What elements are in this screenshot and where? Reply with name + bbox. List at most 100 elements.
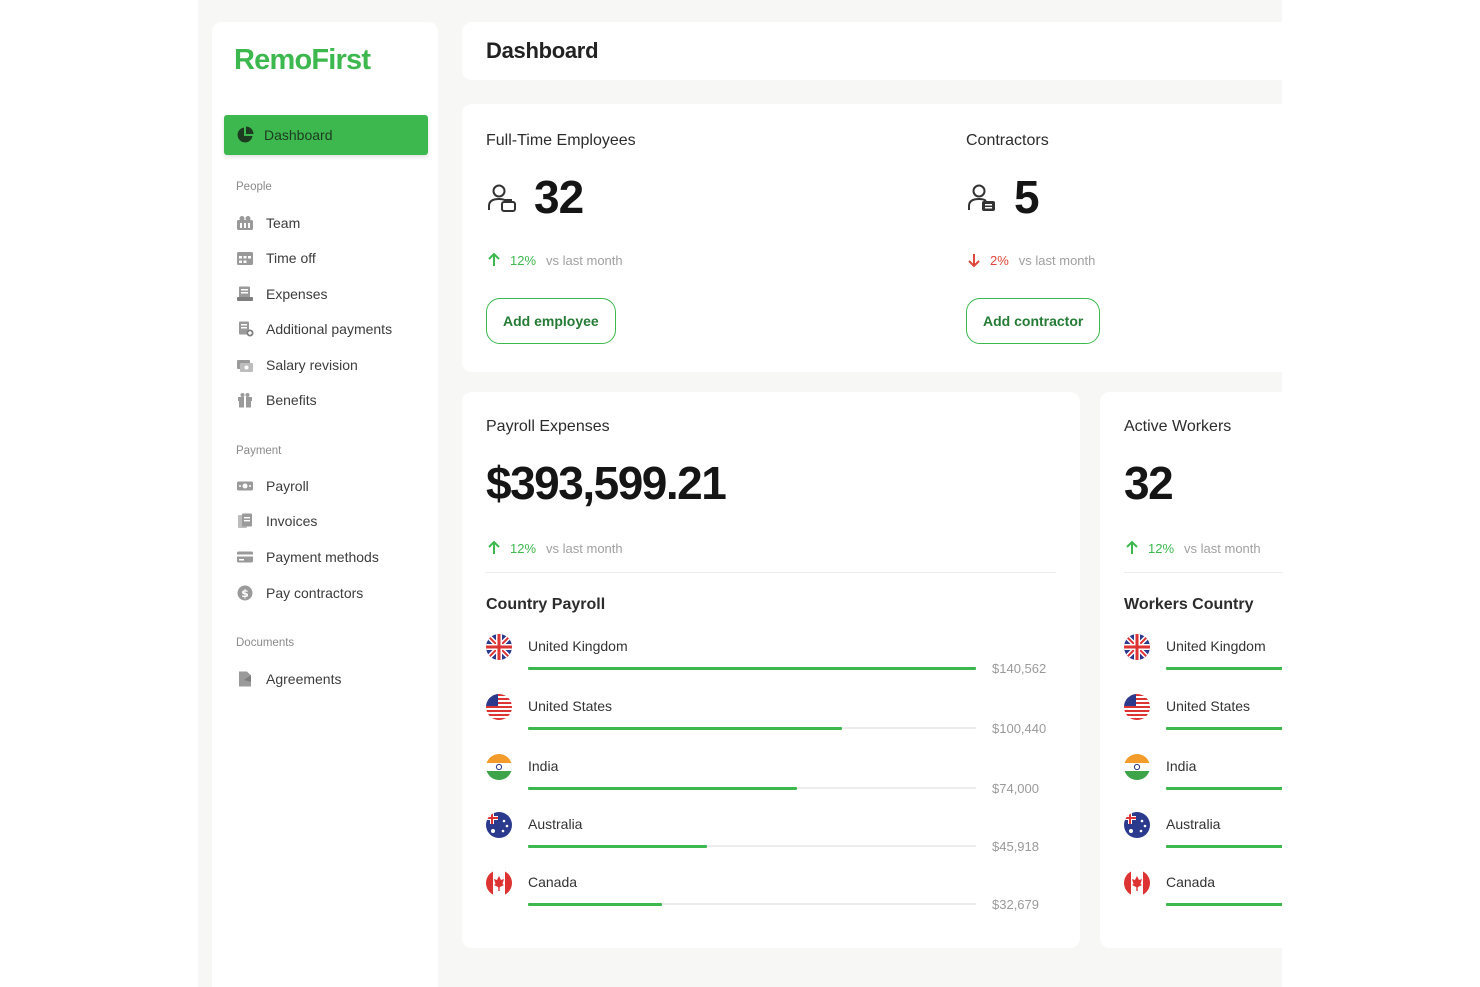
receipt-plus-icon [239, 321, 254, 337]
sidebar-item-team[interactable]: Team [236, 212, 300, 234]
add-contractor-button[interactable]: Add contractor [966, 298, 1101, 344]
country-name: United Kingdom [1166, 638, 1266, 654]
country-payroll-row: Australia $45,918 [486, 812, 1056, 862]
payroll-total: $393,599.21 [486, 457, 727, 509]
country-payroll-row: United States $100,440 [486, 694, 1056, 744]
sidebar-item-label: Invoices [266, 513, 318, 529]
card-label: Active Workers [1124, 418, 1232, 435]
headcount-card: Full-Time Employees 32 12% vs last month… [462, 104, 1282, 372]
sidebar-item-payment-methods[interactable]: Payment methods [236, 546, 379, 568]
trend-percent: 12% [510, 540, 537, 556]
payroll-bar-track [528, 667, 976, 670]
workers-country-row: India [1124, 754, 1282, 804]
payroll-bar-track [528, 903, 976, 906]
workers-country-title: Workers Country [1124, 596, 1254, 613]
sidebar-item-label: Team [266, 215, 301, 231]
sidebar-item-payroll[interactable]: Payroll [236, 475, 309, 497]
arrow-down-icon [968, 254, 980, 268]
divider [486, 572, 1056, 573]
payroll-bar-track [528, 845, 976, 848]
employees-count: 32 [534, 171, 584, 223]
contractors-trend: 2% vs last month [966, 252, 1095, 268]
employees-metric: Full-Time Employees 32 12% vs last month… [462, 104, 882, 372]
canada-flag-icon [1124, 870, 1150, 896]
employee-icon [488, 184, 516, 212]
uk-flag-icon [486, 634, 512, 660]
sidebar-item-label: Benefits [266, 392, 317, 408]
country-payroll-title: Country Payroll [486, 596, 606, 613]
payroll-expenses-card: Payroll Expenses $393,599.21 12% vs last… [462, 392, 1080, 948]
workers-country-row: Australia [1124, 812, 1282, 862]
country-name: United Kingdom [528, 638, 628, 654]
workers-bar-track [1166, 845, 1282, 848]
sidebar-item-label: Time off [266, 250, 316, 266]
workers-bar-track [1166, 787, 1282, 790]
active-workers-count: 32 [1124, 457, 1174, 509]
workers-bar-track [1166, 667, 1282, 670]
metric-label: Contractors [966, 132, 1049, 149]
us-flag-icon [1124, 694, 1150, 720]
workers-bar-fill [1166, 787, 1282, 790]
australia-flag-icon [486, 812, 512, 838]
trend-caption: vs last month [546, 252, 623, 268]
workers-bar-track [1166, 727, 1282, 730]
trend-caption: vs last month [1184, 540, 1261, 556]
payroll-bar-fill [528, 845, 707, 848]
sidebar-item-dashboard[interactable]: Dashboard [224, 115, 428, 155]
arrow-up-icon [488, 252, 500, 266]
payroll-bar-track [528, 727, 976, 730]
india-flag-icon [1124, 754, 1150, 780]
active-workers-card: Active Workers 32 12% vs last month Work… [1100, 392, 1282, 948]
brand-logo[interactable]: RemoFirst [234, 44, 371, 77]
app-frame: RemoFirst Dashboard People Team Time off… [198, 0, 1282, 987]
payroll-bar-fill [528, 787, 797, 790]
metric-label: Full-Time Employees [486, 132, 636, 149]
country-name: Canada [1166, 874, 1216, 890]
workers-bar-fill [1166, 667, 1282, 670]
card-label: Payroll Expenses [486, 418, 610, 435]
sidebar-item-additional-payments[interactable]: Additional payments [236, 318, 392, 340]
payroll-bar-track [528, 787, 976, 790]
invoice-icon [238, 513, 252, 528]
sidebar-item-salary-revision[interactable]: Salary revision [236, 354, 358, 376]
country-amount: $32,679 [992, 897, 1039, 912]
card-icon [237, 551, 253, 563]
australia-flag-icon [1124, 812, 1150, 838]
sidebar-item-time-off[interactable]: Time off [236, 247, 316, 269]
calendar-icon [237, 252, 253, 265]
sidebar-item-agreements[interactable]: Agreements [236, 668, 341, 690]
country-name: Australia [528, 816, 583, 832]
country-amount: $140,562 [992, 661, 1047, 676]
sidebar-item-label: Dashboard [264, 127, 333, 143]
payroll-bar-fill [528, 903, 662, 906]
trend-percent: 12% [510, 252, 537, 268]
sidebar-item-invoices[interactable]: Invoices [236, 510, 317, 532]
page-header: Dashboard [462, 22, 1282, 80]
sidebar-item-pay-contractors[interactable]: $ Pay contractors [236, 582, 363, 604]
sidebar-item-benefits[interactable]: Benefits [236, 389, 317, 411]
country-payroll-row: Canada $32,679 [486, 870, 1056, 920]
country-amount: $45,918 [992, 839, 1039, 854]
sidebar-item-label: Payment methods [266, 549, 379, 565]
us-flag-icon [486, 694, 512, 720]
cash-icon [237, 481, 253, 491]
sidebar: RemoFirst Dashboard People Team Time off… [212, 22, 438, 987]
country-payroll-row: United Kingdom $140,562 [486, 634, 1056, 684]
country-name: Australia [1166, 816, 1221, 832]
trend-percent: 12% [1148, 540, 1175, 556]
sidebar-item-label: Expenses [266, 286, 328, 302]
contractors-count: 5 [1014, 171, 1040, 223]
workers-country-row: United States [1124, 694, 1282, 744]
sidebar-item-label: Payroll [266, 478, 309, 494]
contractor-icon [968, 184, 995, 211]
team-icon [237, 216, 253, 230]
sidebar-item-expenses[interactable]: Expenses [236, 283, 327, 305]
arrow-up-icon [1126, 540, 1138, 554]
employees-trend: 12% vs last month [486, 252, 623, 268]
sidebar-item-label: Pay contractors [266, 585, 364, 601]
workers-trend: 12% vs last month [1124, 540, 1261, 556]
country-amount: $74,000 [992, 781, 1039, 796]
country-name: India [1166, 758, 1197, 774]
add-employee-button[interactable]: Add employee [486, 298, 616, 344]
workers-bar-track [1166, 903, 1282, 906]
